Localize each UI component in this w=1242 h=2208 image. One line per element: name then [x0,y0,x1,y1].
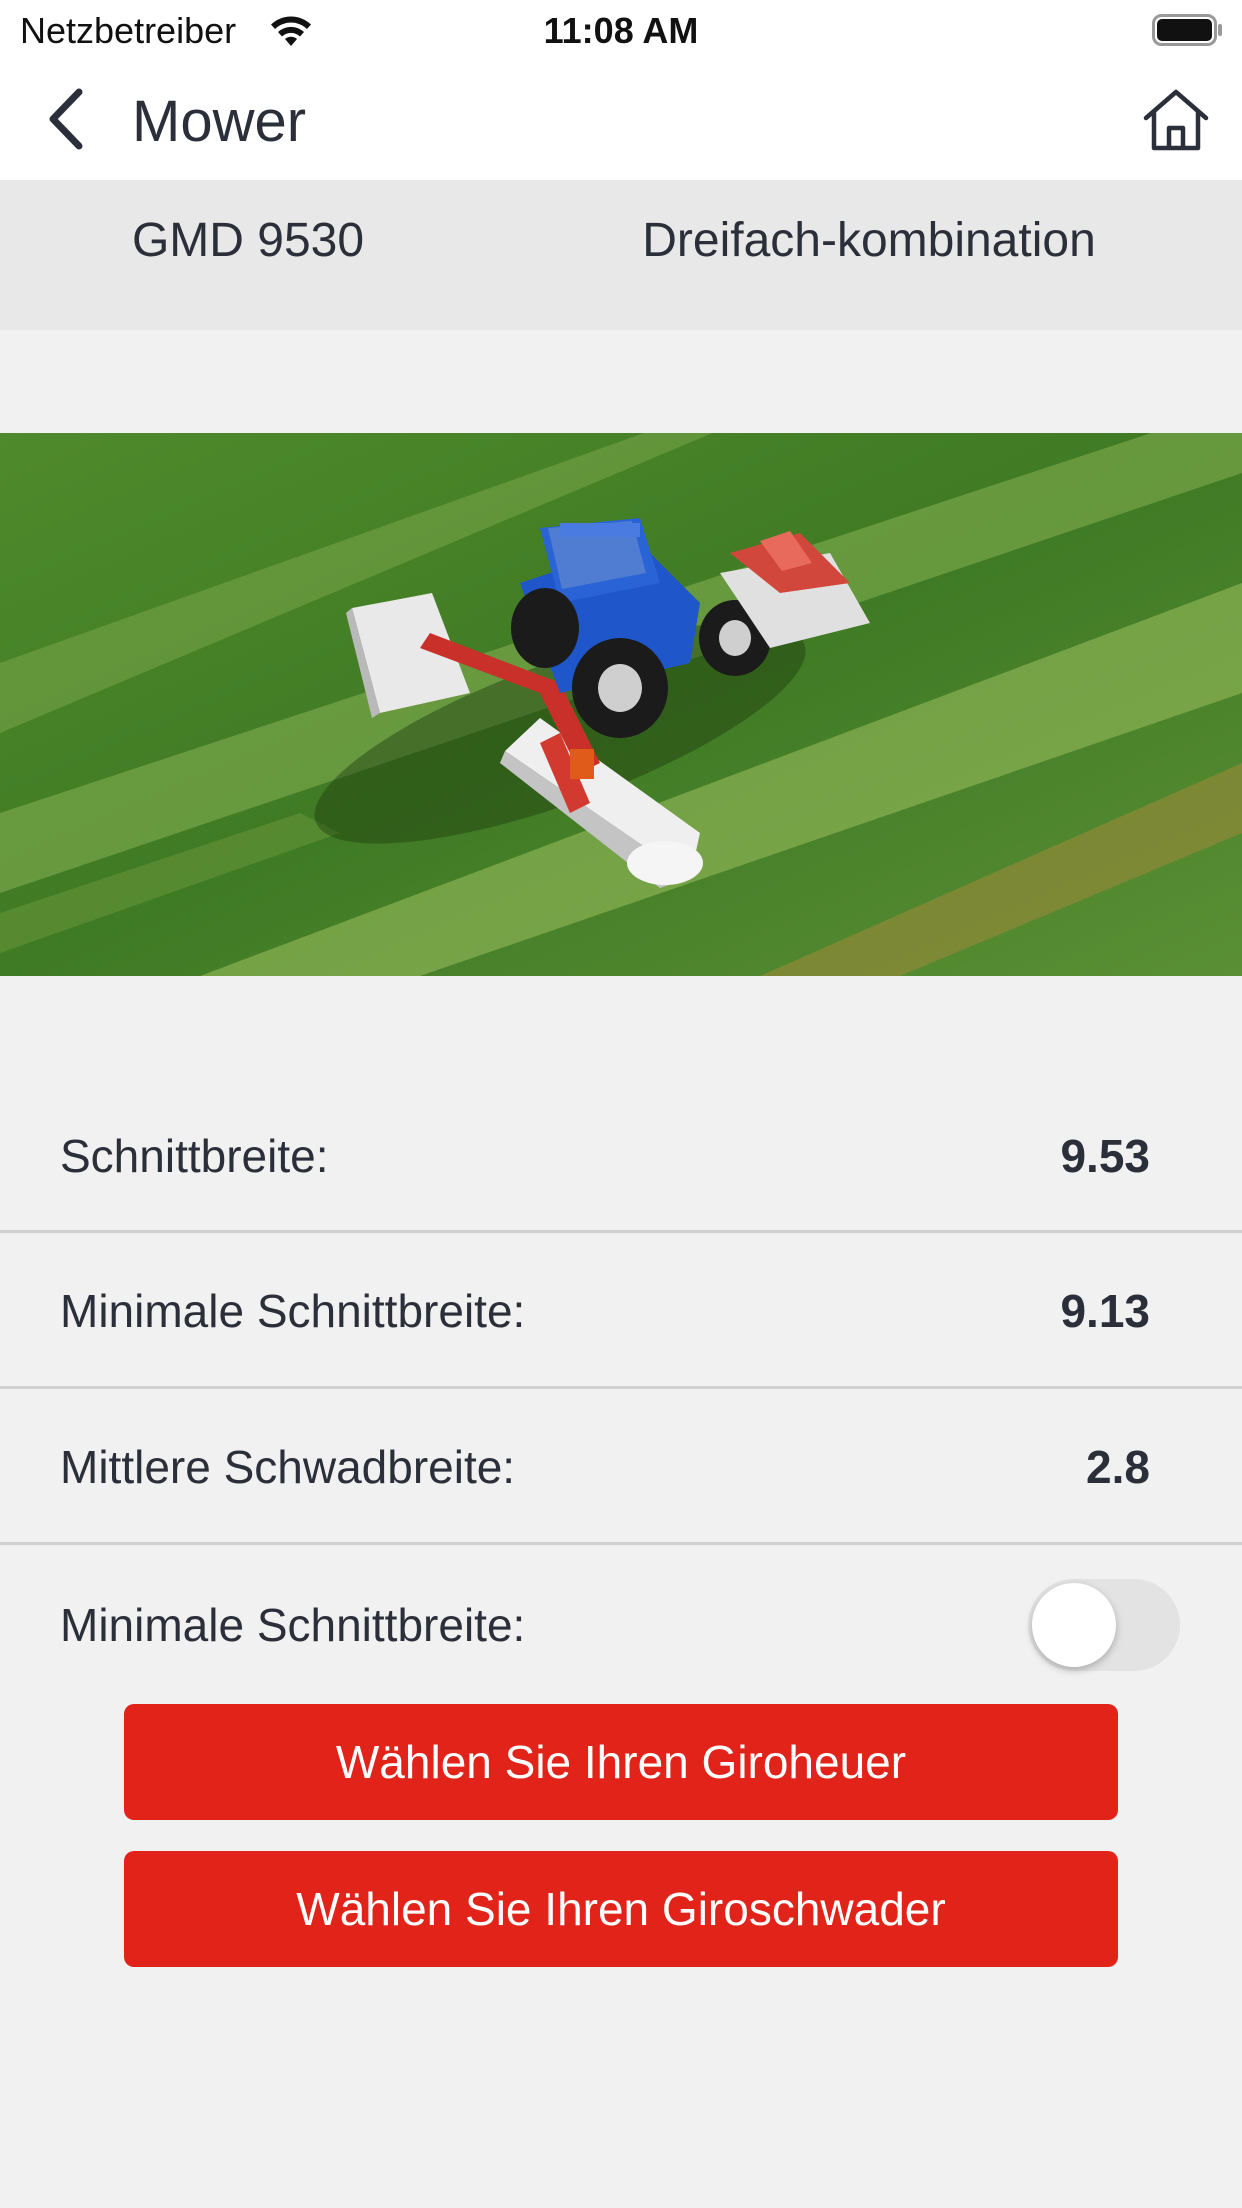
model-name: GMD 9530 [131,213,365,267]
spec-row-min-cutting-width: Minimale Schnittbreite: 9.13 [0,1233,1242,1388]
status-bar: Netzbetreiber 11:08 AM [0,0,1242,62]
status-time: 11:08 AM [543,10,699,51]
spec-label: Minimale Schnittbreite: [60,1284,526,1337]
model-type: Dreifach-kombination [642,213,1096,267]
spec-value: 2.8 [1086,1440,1150,1493]
toggle-knob [1032,1583,1116,1667]
navigation-bar: Mower [0,62,1242,180]
spec-label: Mittlere Schwadbreite: [60,1440,516,1493]
spec-row-cutting-width: Schnittbreite: 9.53 [0,1078,1242,1233]
home-button[interactable] [1134,82,1218,162]
back-button[interactable] [30,84,100,158]
spec-value: 9.13 [1060,1284,1150,1337]
battery-full-icon [1152,14,1224,46]
choose-tedder-button[interactable]: Wählen Sie Ihren Giroheuer [124,1704,1118,1820]
spec-value: 9.53 [1060,1129,1150,1182]
model-header: GMD 9530 Dreifach-kombination [0,180,1242,330]
spec-label: Schnittbreite: [60,1129,329,1182]
spec-row-swath-width: Mittlere Schwadbreite: 2.8 [0,1389,1242,1544]
product-photo [0,433,1242,976]
home-icon [1140,86,1212,159]
page-title: Mower [132,89,307,154]
chevron-left-icon [43,86,87,157]
choose-rake-button[interactable]: Wählen Sie Ihren Giroschwader [124,1851,1118,1967]
toggle-row-min-cutting-width: Minimale Schnittbreite: [0,1545,1242,1705]
min-cutting-width-toggle[interactable] [1028,1579,1180,1671]
toggle-label: Minimale Schnittbreite: [60,1599,526,1651]
